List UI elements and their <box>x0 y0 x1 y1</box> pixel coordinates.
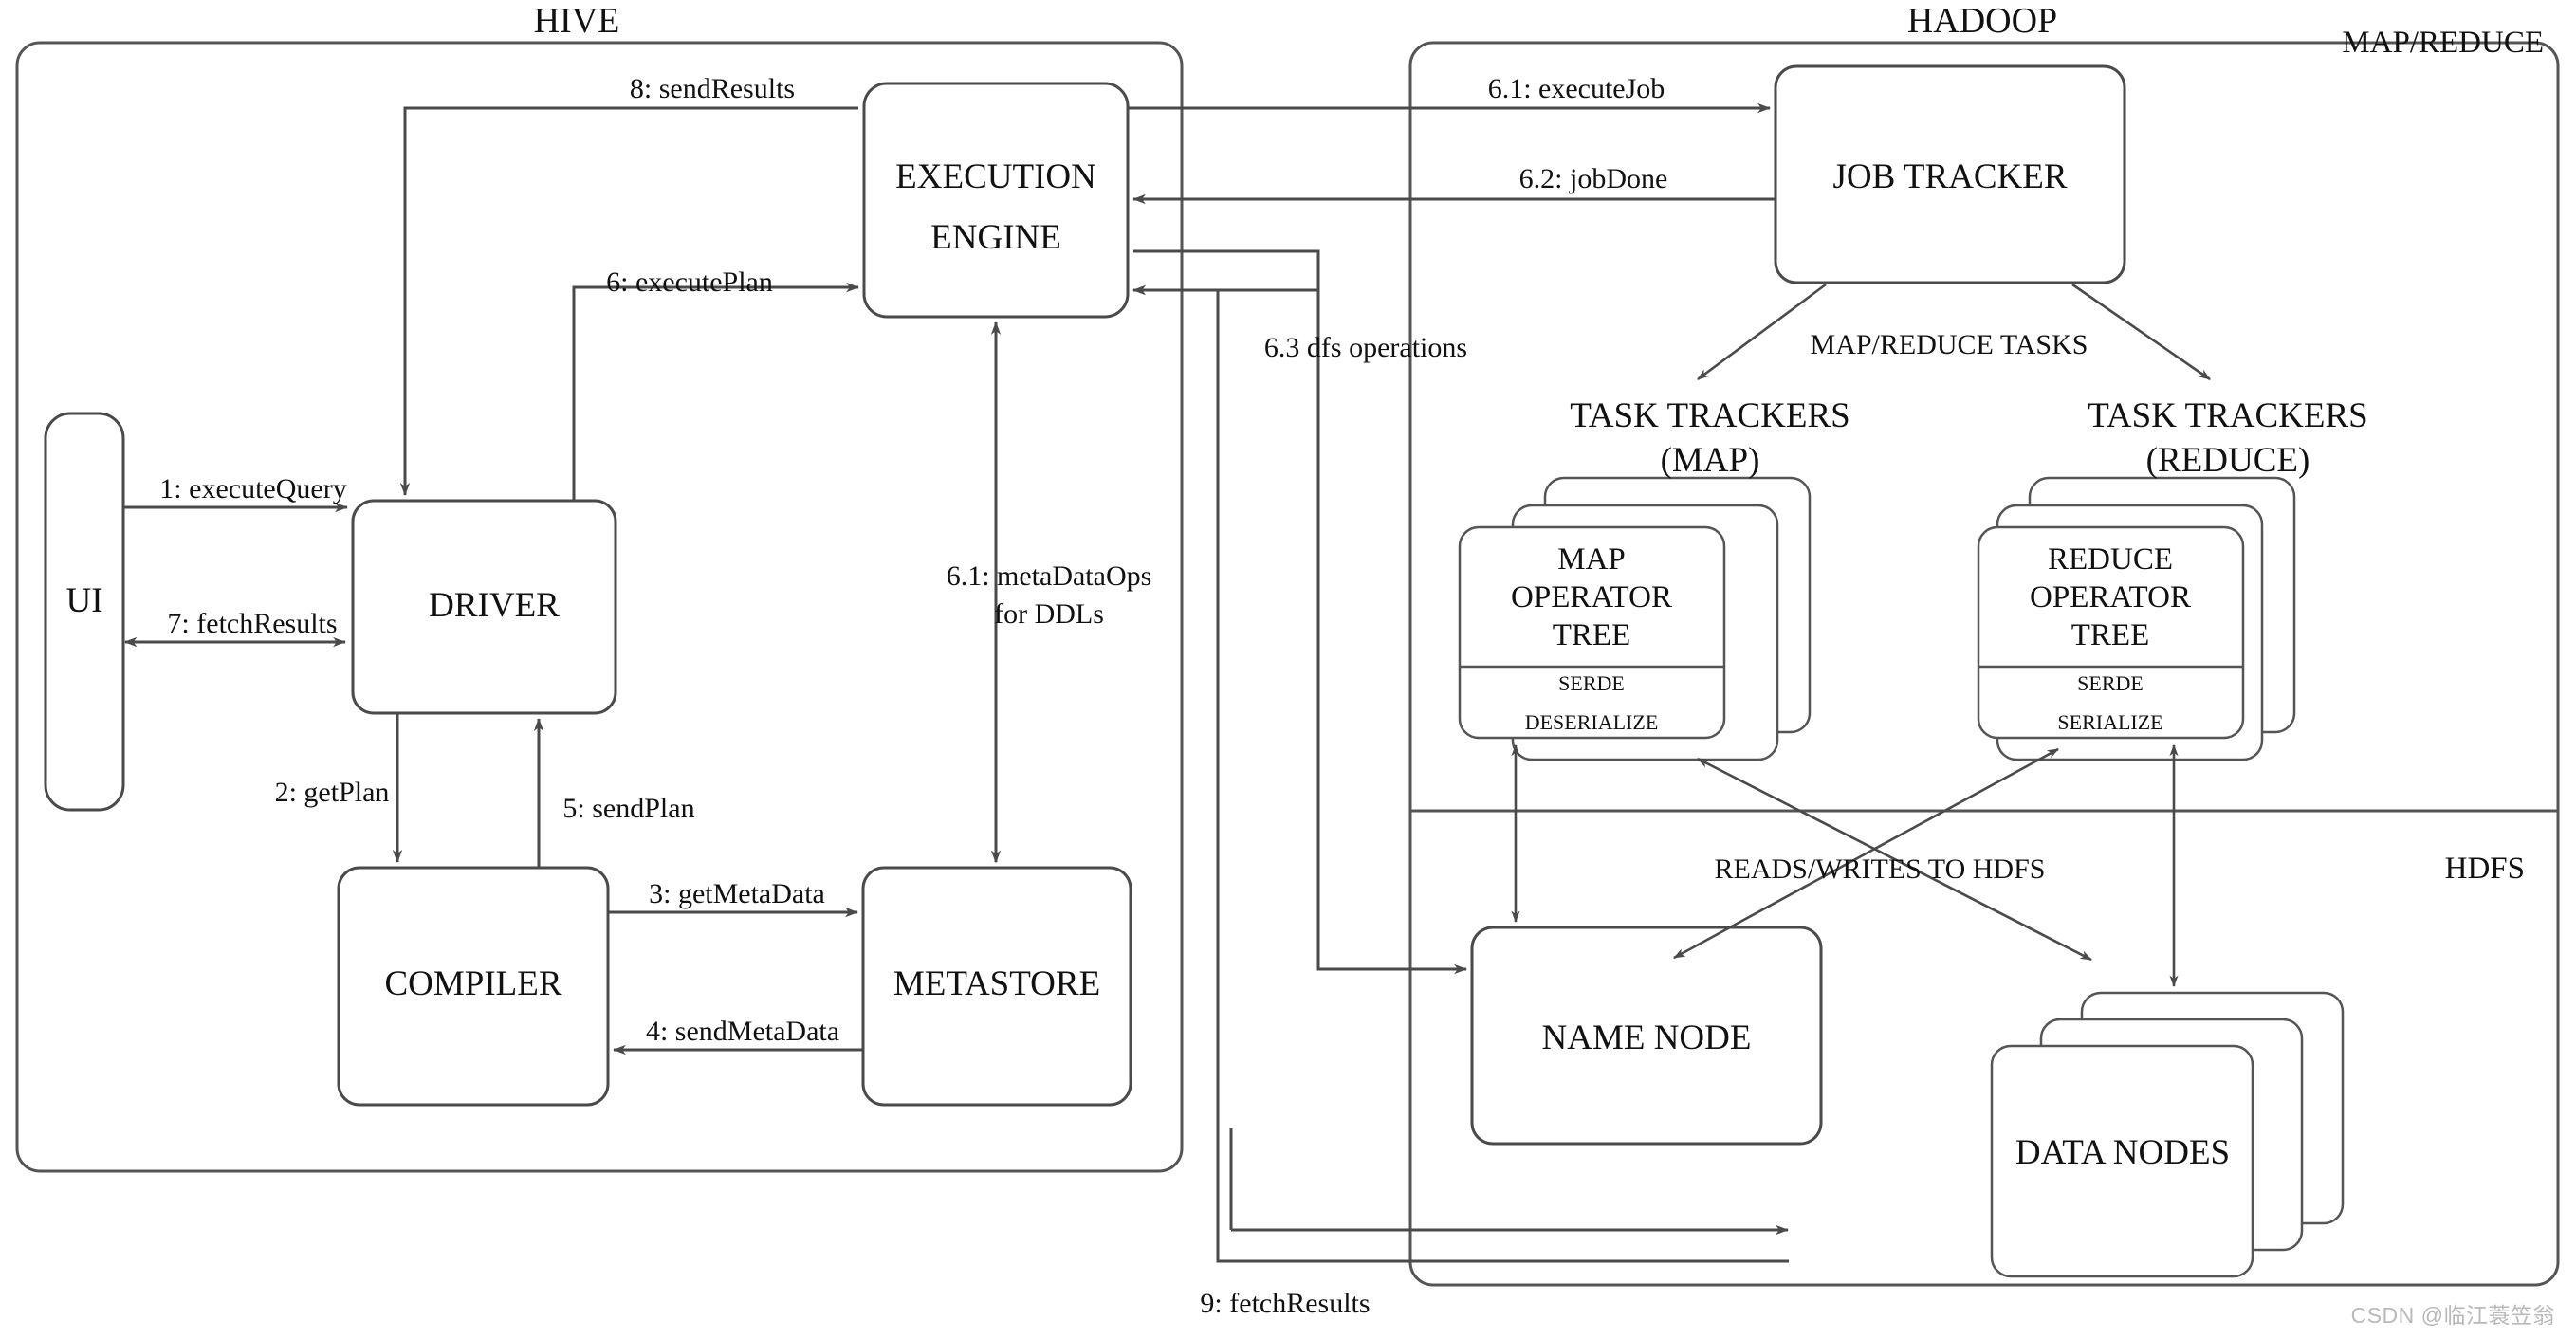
node-execution-engine <box>862 82 1130 319</box>
job-tracker-label: JOB TRACKER <box>1832 157 2067 196</box>
map-operator-label-3: TREE <box>1553 618 1630 652</box>
edge-mapreduce-tasks-left <box>1697 283 1827 381</box>
label-send-results: 8: sendResults <box>630 73 795 104</box>
label-get-plan: 2: getPlan <box>275 777 390 808</box>
edge-dfs-operations-return <box>1132 284 1320 969</box>
reduce-operator-label-3: TREE <box>2071 618 2149 652</box>
execution-engine-label-2: ENGINE <box>930 218 1061 257</box>
reduce-serde-label-1: SERDE <box>2077 671 2144 695</box>
label-metadata-ops-2: for DDLs <box>994 598 1104 630</box>
data-nodes-label: DATA NODES <box>2015 1133 2230 1172</box>
label-get-metadata: 3: getMetaData <box>649 878 825 909</box>
hadoop-title: HADOOP <box>1907 1 2057 41</box>
diagram-canvas: HIVE HADOOP MAP/REDUCE HDFS UI DRIVER CO… <box>0 0 2576 1339</box>
hdfs-corner-label: HDFS <box>2445 852 2525 886</box>
hive-architecture-svg: HIVE HADOOP MAP/REDUCE HDFS UI DRIVER CO… <box>15 1 2560 1319</box>
task-trackers-map-label-2: (MAP) <box>1661 441 1760 480</box>
map-operator-label-1: MAP <box>1557 542 1626 577</box>
execution-engine-label-1: EXECUTION <box>895 157 1096 196</box>
label-fetch-results: 7: fetchResults <box>167 608 337 639</box>
driver-label: DRIVER <box>429 586 560 625</box>
label-send-plan: 5: sendPlan <box>562 793 694 824</box>
edge-mapreduce-tasks-right <box>2071 283 2211 381</box>
label-9-fetch-results: 9: fetchResults <box>1200 1288 1370 1319</box>
task-trackers-reduce-label-2: (REDUCE) <box>2146 441 2310 480</box>
label-metadata-ops-1: 6.1: metaDataOps <box>947 560 1152 592</box>
task-trackers-map-label-1: TASK TRACKERS <box>1570 396 1850 435</box>
name-node-label: NAME NODE <box>1542 1018 1752 1057</box>
label-execute-plan: 6: executePlan <box>606 266 773 298</box>
label-reads-writes-hdfs: READS/WRITES TO HDFS <box>1715 853 2046 885</box>
watermark: CSDN @临江蓑笠翁 <box>2350 1303 2555 1328</box>
edge-execute-plan <box>572 282 859 501</box>
map-serde-label-2: DESERIALIZE <box>1525 710 1659 734</box>
label-mapreduce-tasks: MAP/REDUCE TASKS <box>1811 329 2088 360</box>
compiler-label: COMPILER <box>384 964 561 1003</box>
label-send-metadata: 4: sendMetaData <box>646 1016 839 1047</box>
ui-label: UI <box>65 581 102 620</box>
task-trackers-reduce-label-1: TASK TRACKERS <box>2088 396 2368 435</box>
label-execute-query: 1: executeQuery <box>159 473 346 504</box>
label-dfs-operations: 6.3 dfs operations <box>1264 332 1467 363</box>
hive-title: HIVE <box>534 1 620 41</box>
label-job-done: 6.2: jobDone <box>1519 163 1668 194</box>
edge-send-results <box>399 106 858 496</box>
reduce-operator-label-2: OPERATOR <box>2030 580 2191 614</box>
mapreduce-corner-label: MAP/REDUCE <box>2342 26 2544 60</box>
reduce-operator-label-1: REDUCE <box>2048 542 2173 577</box>
map-serde-label-1: SERDE <box>1558 671 1625 695</box>
reduce-serde-label-2: SERIALIZE <box>2057 710 2162 734</box>
metastore-label: METASTORE <box>893 964 1100 1003</box>
map-operator-label-2: OPERATOR <box>1511 580 1672 614</box>
label-execute-job: 6.1: executeJob <box>1488 73 1665 104</box>
